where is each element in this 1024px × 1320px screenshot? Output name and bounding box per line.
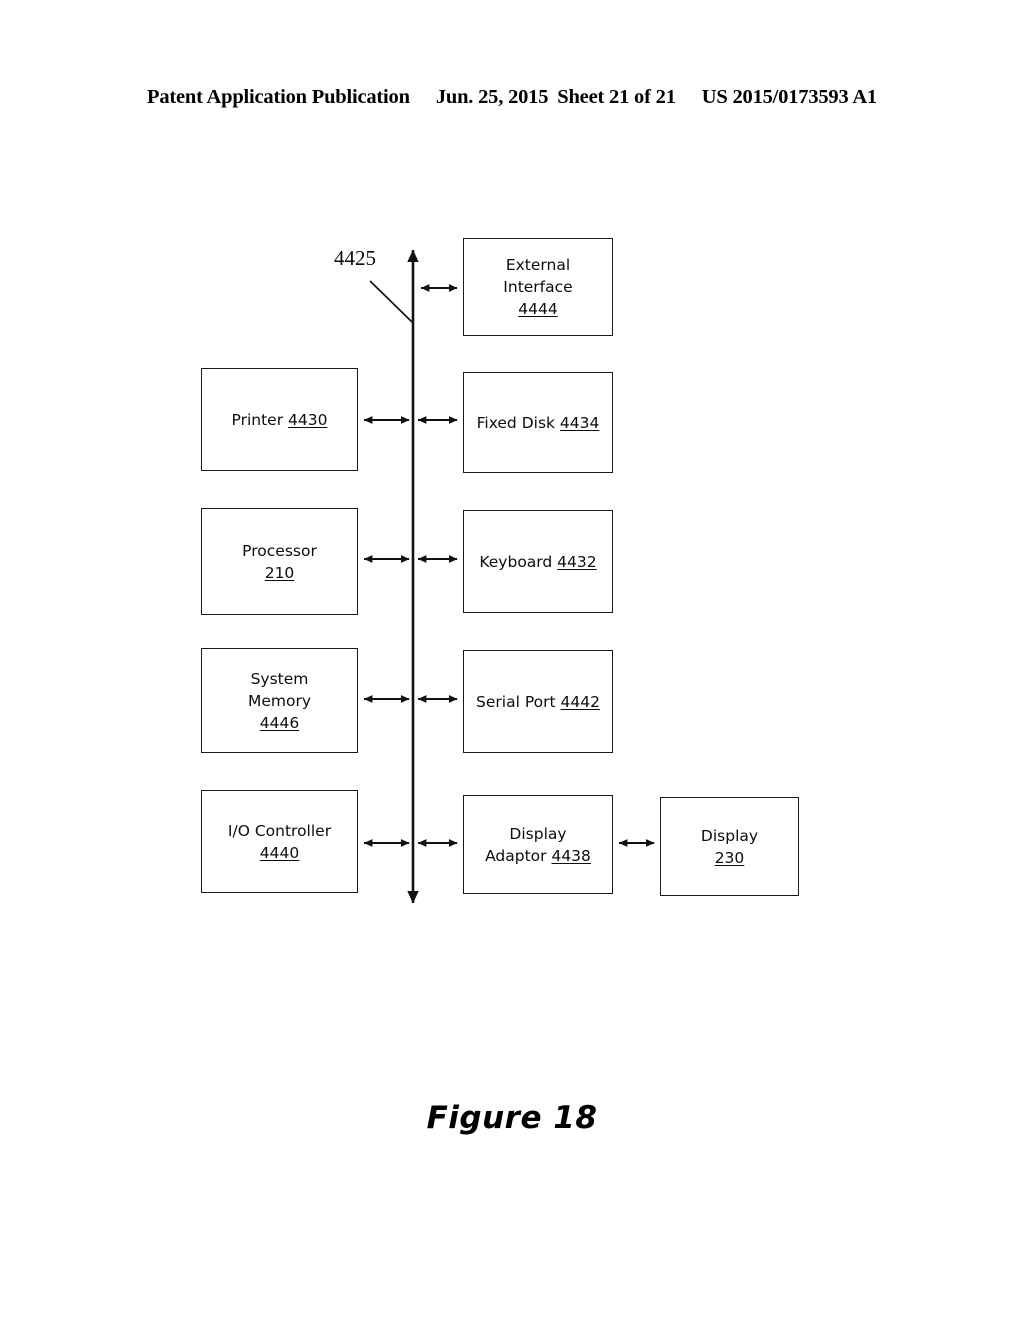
node-fixed-disk-ref: 4434 bbox=[559, 413, 600, 432]
node-system-memory-text: System Memory 4446 bbox=[242, 668, 317, 734]
node-display-label: Display bbox=[700, 826, 759, 845]
node-serial-port[interactable]: Serial Port 4442 bbox=[463, 650, 613, 753]
node-display-adaptor[interactable]: Display Adaptor 4438 bbox=[463, 795, 613, 894]
figure-caption: Figure 18 bbox=[426, 1100, 598, 1136]
node-fixed-disk-text: Fixed Disk 4434 bbox=[471, 412, 606, 434]
node-system-memory-line2: Memory bbox=[247, 691, 312, 710]
node-external-interface-text: External Interface 4444 bbox=[497, 254, 578, 320]
node-keyboard-ref: 4432 bbox=[557, 552, 597, 571]
node-printer[interactable]: Printer 4430 bbox=[201, 368, 358, 471]
node-system-memory-line1: System bbox=[250, 669, 309, 688]
node-serial-port-text: Serial Port 4442 bbox=[470, 691, 606, 713]
node-system-memory-ref: 4446 bbox=[259, 713, 300, 732]
node-display-adaptor-line1: Display bbox=[509, 824, 567, 843]
node-display-adaptor-label2: Adaptor bbox=[485, 846, 552, 865]
node-display[interactable]: Display 230 bbox=[660, 797, 799, 896]
bus-reference-label: 4425 bbox=[334, 246, 376, 270]
node-io-controller[interactable]: I/O Controller 4440 bbox=[201, 790, 358, 893]
node-io-controller-label: I/O Controller bbox=[227, 821, 332, 840]
node-system-memory[interactable]: System Memory 4446 bbox=[201, 648, 358, 753]
bus-leader-line bbox=[369, 280, 413, 323]
node-external-interface-ref: 4444 bbox=[518, 300, 558, 318]
node-keyboard-text: Keyboard 4432 bbox=[473, 551, 602, 573]
node-io-controller-text: I/O Controller 4440 bbox=[222, 820, 337, 864]
node-fixed-disk-label: Fixed Disk bbox=[476, 413, 560, 432]
node-display-adaptor-ref: 4438 bbox=[551, 846, 591, 865]
node-processor-text: Processor 210 bbox=[236, 540, 323, 584]
node-keyboard-label: Keyboard bbox=[479, 552, 558, 571]
node-processor[interactable]: Processor 210 bbox=[201, 508, 358, 615]
node-printer-text: Printer 4430 bbox=[226, 409, 334, 431]
node-io-controller-ref: 4440 bbox=[259, 843, 300, 862]
node-keyboard[interactable]: Keyboard 4432 bbox=[463, 510, 613, 613]
node-serial-port-label: Serial Port bbox=[476, 692, 561, 711]
node-printer-label: Printer bbox=[231, 410, 289, 429]
node-fixed-disk[interactable]: Fixed Disk 4434 bbox=[463, 372, 613, 473]
node-external-interface[interactable]: External Interface 4444 bbox=[463, 238, 613, 336]
node-external-interface-line1: External bbox=[505, 256, 571, 274]
node-display-ref: 230 bbox=[714, 848, 745, 867]
node-processor-label: Processor bbox=[242, 541, 317, 560]
node-external-interface-line2: Interface bbox=[503, 278, 573, 296]
node-processor-ref: 210 bbox=[264, 563, 295, 582]
node-printer-ref: 4430 bbox=[288, 410, 328, 429]
node-display-text: Display 230 bbox=[695, 825, 764, 869]
node-display-adaptor-line2: Adaptor 4438 bbox=[485, 845, 591, 867]
node-display-adaptor-text: Display Adaptor 4438 bbox=[479, 823, 597, 867]
node-serial-port-ref: 4442 bbox=[560, 692, 600, 711]
